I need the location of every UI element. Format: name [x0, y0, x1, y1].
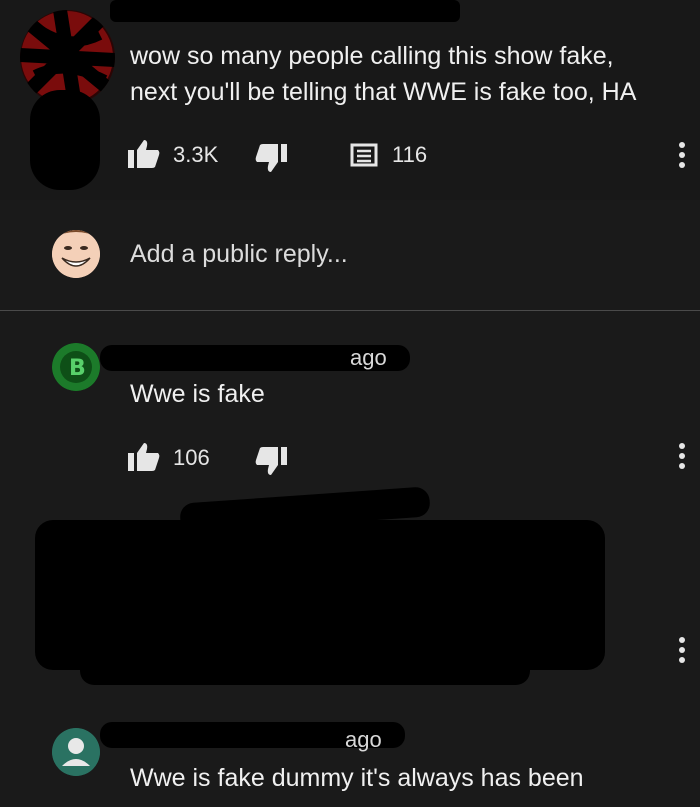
- redacted-reply: [35, 520, 605, 670]
- dislike-icon[interactable]: [255, 144, 287, 172]
- dislike-icon[interactable]: [255, 447, 287, 475]
- reply-1-text: Wwe is fake: [130, 380, 265, 408]
- reply-1-avatar[interactable]: B: [52, 343, 100, 391]
- like-icon[interactable]: [128, 140, 160, 168]
- reply-count-icon[interactable]: [350, 143, 378, 169]
- reply-1-like-count: 106: [173, 445, 210, 470]
- reply-3-text: Wwe is fake dummy it's always has been: [130, 764, 584, 792]
- top-comment-reply-count[interactable]: 116: [392, 142, 427, 168]
- top-comment-like-count: 3.3K: [173, 142, 219, 167]
- more-options-icon[interactable]: [677, 635, 687, 665]
- more-options-icon[interactable]: [677, 441, 687, 471]
- add-reply-input[interactable]: Add a public reply...: [130, 240, 348, 269]
- redaction-mark: [80, 655, 530, 685]
- svg-text:B: B: [69, 356, 86, 381]
- reply-1-timestamp: ago: [350, 345, 387, 370]
- like-icon[interactable]: [128, 443, 160, 471]
- reply-3-avatar[interactable]: [52, 728, 100, 776]
- redacted-username: [110, 0, 460, 22]
- top-comment-text-line-1: wow so many people calling this show fak…: [130, 42, 614, 70]
- top-comment: wow so many people calling this show fak…: [0, 0, 700, 200]
- user-avatar: [52, 230, 100, 278]
- more-options-icon[interactable]: [677, 140, 687, 170]
- reply-3-timestamp: ago: [345, 727, 382, 752]
- redaction-mark: [30, 90, 100, 190]
- top-comment-text-line-2: next you'll be telling that WWE is fake …: [130, 78, 637, 106]
- divider: [0, 310, 700, 311]
